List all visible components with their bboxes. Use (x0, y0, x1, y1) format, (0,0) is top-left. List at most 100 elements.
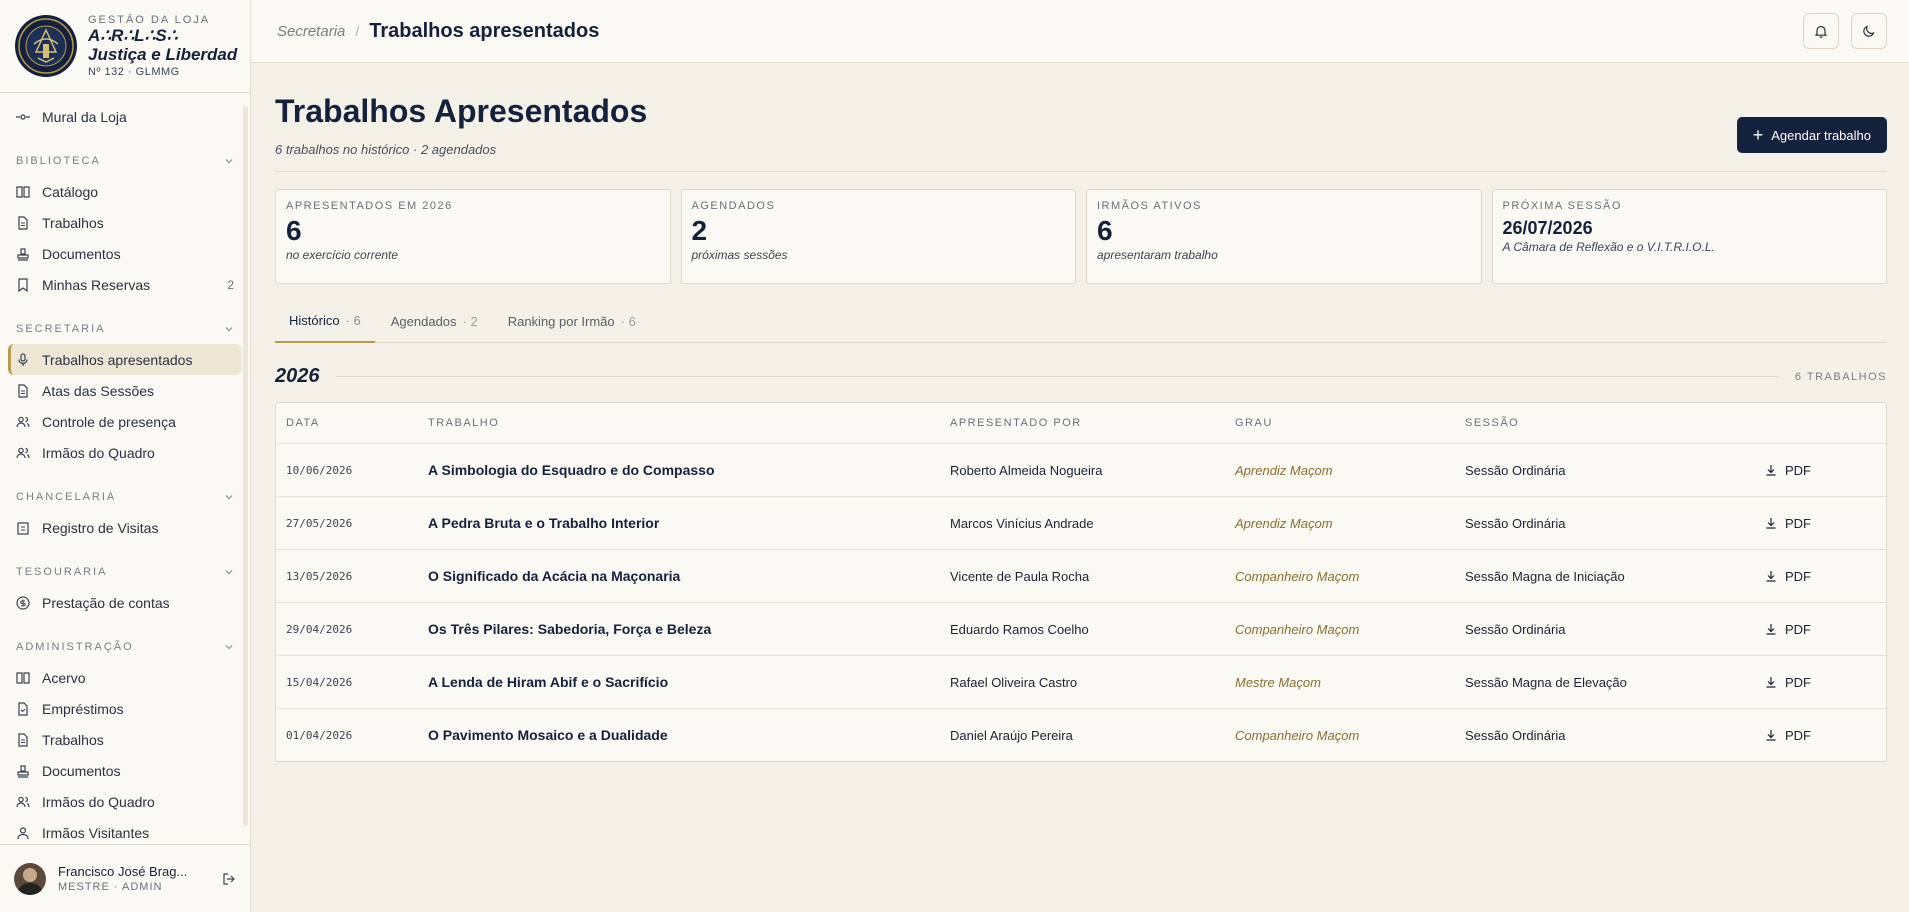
row-session: Sessão Ordinária (1465, 621, 1566, 637)
row-session: Sessão Ordinária (1465, 462, 1566, 478)
brand-number: Nº 132 · GLMMG (88, 66, 180, 78)
row-title[interactable]: A Pedra Bruta e o Trabalho Interior (418, 515, 940, 531)
section-biblioteca[interactable]: BIBLIOTECA (8, 146, 242, 176)
breadcrumb-parent[interactable]: Secretaria (277, 23, 345, 40)
section-administracao[interactable]: ADMINISTRAÇÃO (8, 632, 242, 662)
mic-icon (18, 352, 28, 366)
stats: APRESENTADOS EM 2026 6 no exercício corr… (275, 189, 1887, 284)
section-label: CHANCELARIA (16, 491, 117, 503)
sidebar-item-mural[interactable]: Mural da Loja (8, 101, 242, 132)
sidebar: GESTÃO DA LOJA A∴R∴L∴S∴ Justiça e Liberd… (0, 0, 251, 912)
chevron-down-icon (225, 327, 233, 332)
row-title[interactable]: Os Três Pilares: Sabedoria, Força e Bele… (418, 621, 940, 637)
row-date: 13/05/2026 (286, 569, 353, 583)
tab-count: · 6 (345, 313, 361, 328)
tab-ranking[interactable]: Ranking por Irmão · 6 (494, 300, 650, 342)
moon-icon (1863, 25, 1875, 37)
schedule-work-button[interactable]: + Agendar trabalho (1736, 117, 1887, 153)
sidebar-scrollbar[interactable] (243, 106, 248, 826)
header-sessao: SESSÃO (1465, 417, 1520, 429)
row-grau: Companheiro Maçom (1235, 621, 1360, 637)
sidebar-item-label: Trabalhos apresentados (42, 351, 193, 368)
stat-label: PRÓXIMA SESSÃO (1502, 200, 1622, 212)
pdf-download-button[interactable]: PDF (1755, 463, 1886, 478)
row-session: Sessão Magna de Elevação (1465, 674, 1627, 690)
pdf-download-button[interactable]: PDF (1755, 675, 1886, 690)
sidebar-item-label: Documentos (42, 762, 121, 779)
pdf-download-button[interactable]: PDF (1755, 728, 1886, 743)
stat-value: 2 (691, 215, 708, 246)
sidebar-item-catalogo[interactable]: Catálogo (8, 176, 242, 207)
file-icon (18, 383, 28, 398)
sidebar-item-admin-irmaos[interactable]: Irmãos do Quadro (8, 786, 242, 817)
sidebar-item-presenca[interactable]: Controle de presença (8, 406, 242, 437)
row-session: Sessão Ordinária (1465, 515, 1566, 531)
year-group-header: 2026 6 TRABALHOS (275, 365, 1887, 388)
sidebar-item-emprestimos[interactable]: Empréstimos (8, 693, 242, 724)
chevron-down-icon (225, 495, 233, 500)
header-title: TRABALHO (428, 417, 500, 429)
table-row[interactable]: 13/05/2026 O Significado da Acácia na Ma… (276, 549, 1886, 602)
table-row[interactable]: 15/04/2026 A Lenda de Hiram Abif e o Sac… (276, 655, 1886, 708)
works-table: DATA TRABALHO APRESENTADO POR GRAU SESSÃ… (275, 402, 1887, 762)
stat-card-presented: APRESENTADOS EM 2026 6 no exercício corr… (275, 189, 671, 284)
avatar[interactable] (14, 862, 46, 895)
sidebar-item-label: Irmãos do Quadro (42, 444, 155, 461)
page-title: Trabalhos Apresentados (275, 93, 648, 129)
header-grau: GRAU (1235, 417, 1273, 429)
pdf-download-button[interactable]: PDF (1755, 569, 1886, 584)
row-date: 10/06/2026 (286, 463, 353, 477)
year-count: 6 TRABALHOS (1794, 370, 1887, 383)
sidebar-item-label: Prestação de contas (42, 594, 170, 611)
tab-agendados[interactable]: Agendados · 2 (377, 300, 492, 342)
download-icon (1766, 624, 1776, 635)
sidebar-item-visitantes[interactable]: Irmãos Visitantes (8, 817, 242, 844)
stat-card-active-brothers: IRMÃOS ATIVOS 6 apresentaram trabalho (1086, 189, 1482, 284)
sidebar-item-trabalhos-apresentados[interactable]: Trabalhos apresentados (8, 344, 242, 375)
stat-card-next-session: PRÓXIMA SESSÃO 26/07/2026 A Câmara de Re… (1491, 189, 1887, 284)
sidebar-item-admin-trabalhos[interactable]: Trabalhos (8, 724, 242, 755)
pdf-download-button[interactable]: PDF (1755, 516, 1886, 531)
notifications-button[interactable] (1803, 13, 1839, 49)
row-grau: Companheiro Maçom (1235, 727, 1360, 743)
user-icon (17, 826, 29, 839)
table-row[interactable]: 10/06/2026 A Simbologia do Esquadro e do… (276, 443, 1886, 496)
sidebar-item-contas[interactable]: Prestação de contas (8, 587, 242, 618)
sidebar-item-trabalhos[interactable]: Trabalhos (8, 207, 242, 238)
table-row[interactable]: 29/04/2026 Os Três Pilares: Sabedoria, F… (276, 602, 1886, 655)
logout-icon[interactable] (222, 872, 236, 886)
tab-historico[interactable]: Histórico · 6 (275, 300, 375, 343)
sidebar-item-label: Trabalhos (42, 731, 104, 748)
section-secretaria[interactable]: SECRETARIA (8, 314, 242, 344)
year-label: 2026 (275, 365, 320, 387)
row-grau: Aprendiz Maçom (1235, 462, 1333, 478)
stat-value: 6 (286, 215, 302, 246)
pdf-download-button[interactable]: PDF (1755, 622, 1886, 637)
sidebar-item-admin-documentos[interactable]: Documentos (8, 755, 242, 786)
table-row[interactable]: 01/04/2026 O Pavimento Mosaico e a Duali… (276, 708, 1886, 761)
row-title[interactable]: A Lenda de Hiram Abif e o Sacrifício (418, 674, 940, 690)
pdf-label: PDF (1785, 674, 1811, 690)
sidebar-item-label: Empréstimos (42, 700, 124, 717)
brand[interactable]: GESTÃO DA LOJA A∴R∴L∴S∴ Justiça e Liberd… (0, 0, 250, 93)
bookmark-icon (18, 277, 28, 292)
sidebar-item-acervo[interactable]: Acervo (8, 662, 242, 693)
chevron-down-icon (225, 570, 233, 575)
sidebar-item-atas[interactable]: Atas das Sessões (8, 375, 242, 406)
section-chancelaria[interactable]: CHANCELARIA (8, 482, 242, 512)
sidebar-item-reservas[interactable]: Minhas Reservas 2 (8, 269, 242, 300)
row-title[interactable]: O Significado da Acácia na Maçonaria (418, 568, 940, 584)
pdf-label: PDF (1785, 515, 1811, 531)
section-tesouraria[interactable]: TESOURARIA (8, 557, 242, 587)
sidebar-item-documentos[interactable]: Documentos (8, 238, 242, 269)
chevron-down-icon (225, 645, 233, 650)
table-row[interactable]: 27/05/2026 A Pedra Bruta e o Trabalho In… (276, 496, 1886, 549)
row-title[interactable]: A Simbologia do Esquadro e do Compasso (418, 462, 940, 478)
row-title[interactable]: O Pavimento Mosaico e a Dualidade (418, 727, 940, 743)
stat-value: 26/07/2026 (1502, 218, 1593, 238)
theme-toggle-button[interactable] (1851, 13, 1887, 49)
reservas-count: 2 (227, 277, 234, 292)
sidebar-item-irmaos[interactable]: Irmãos do Quadro (8, 437, 242, 468)
sidebar-item-visitas[interactable]: Registro de Visitas (8, 512, 242, 543)
row-presenter: Vicente de Paula Rocha (950, 568, 1090, 584)
